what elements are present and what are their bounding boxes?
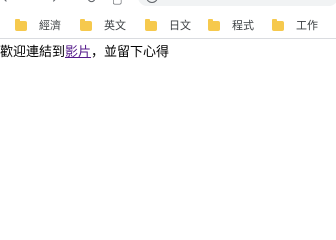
intro-text: 歡迎連結到 [0, 45, 66, 60]
bookmark-label: 英文 [104, 19, 126, 32]
bookmark-folder-japanese[interactable]: 日文 [145, 18, 191, 34]
browser-toolbar: ← → ↻ ▢ [0, 0, 336, 8]
forward-arrow-icon[interactable]: → [46, 0, 57, 6]
folder-icon [145, 19, 157, 31]
page-body-text: 歡迎連結到影片，並留下心得 [0, 45, 169, 61]
address-bar[interactable] [138, 0, 336, 6]
folder-icon [15, 19, 27, 31]
bookmark-folder-work[interactable]: 工作 [272, 18, 318, 34]
page-info-icon[interactable]: ▢ [112, 0, 122, 6]
folder-icon [80, 19, 92, 31]
bookmark-label: 日文 [169, 19, 191, 32]
bookmark-label: 工作 [296, 19, 318, 32]
bookmark-folder-economics[interactable]: 經濟 [15, 18, 61, 34]
folder-icon [208, 19, 220, 31]
reload-icon[interactable]: ↻ [86, 0, 97, 6]
search-icon [146, 0, 158, 3]
bookmark-label: 經濟 [39, 19, 61, 32]
bookmark-folder-programming[interactable]: 程式 [208, 18, 254, 34]
instruction-text: ，並留下心得 [91, 45, 170, 60]
folder-icon [272, 19, 284, 31]
back-arrow-icon[interactable]: ← [3, 0, 14, 6]
bookmark-folder-english[interactable]: 英文 [80, 18, 126, 34]
bookmark-label: 程式 [232, 19, 254, 32]
video-link[interactable]: 影片 [65, 45, 91, 60]
bookmarks-bar: 經濟 英文 日文 程式 工作 [0, 10, 336, 39]
